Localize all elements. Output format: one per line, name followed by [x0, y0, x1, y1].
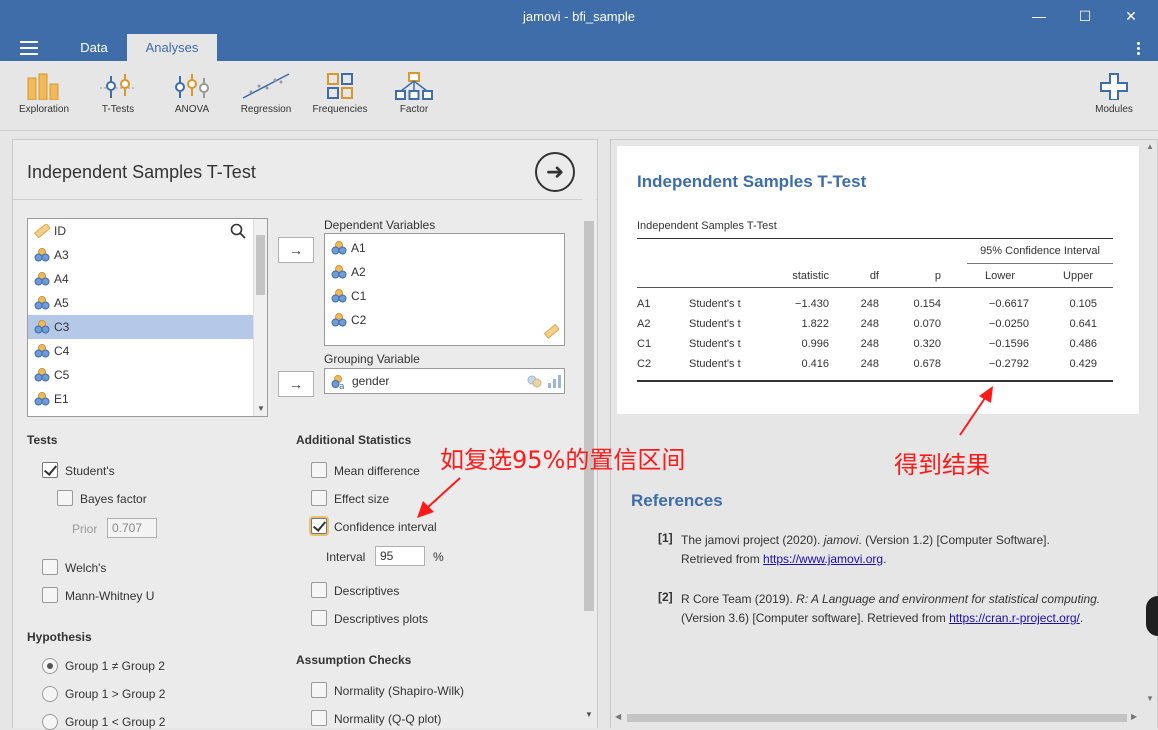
annotation-arrow-left-line — [426, 477, 461, 509]
annotation-arrows — [417, 386, 993, 518]
annotation-arrow-right-head — [979, 386, 993, 403]
annotation-arrow-right-line — [959, 397, 986, 436]
